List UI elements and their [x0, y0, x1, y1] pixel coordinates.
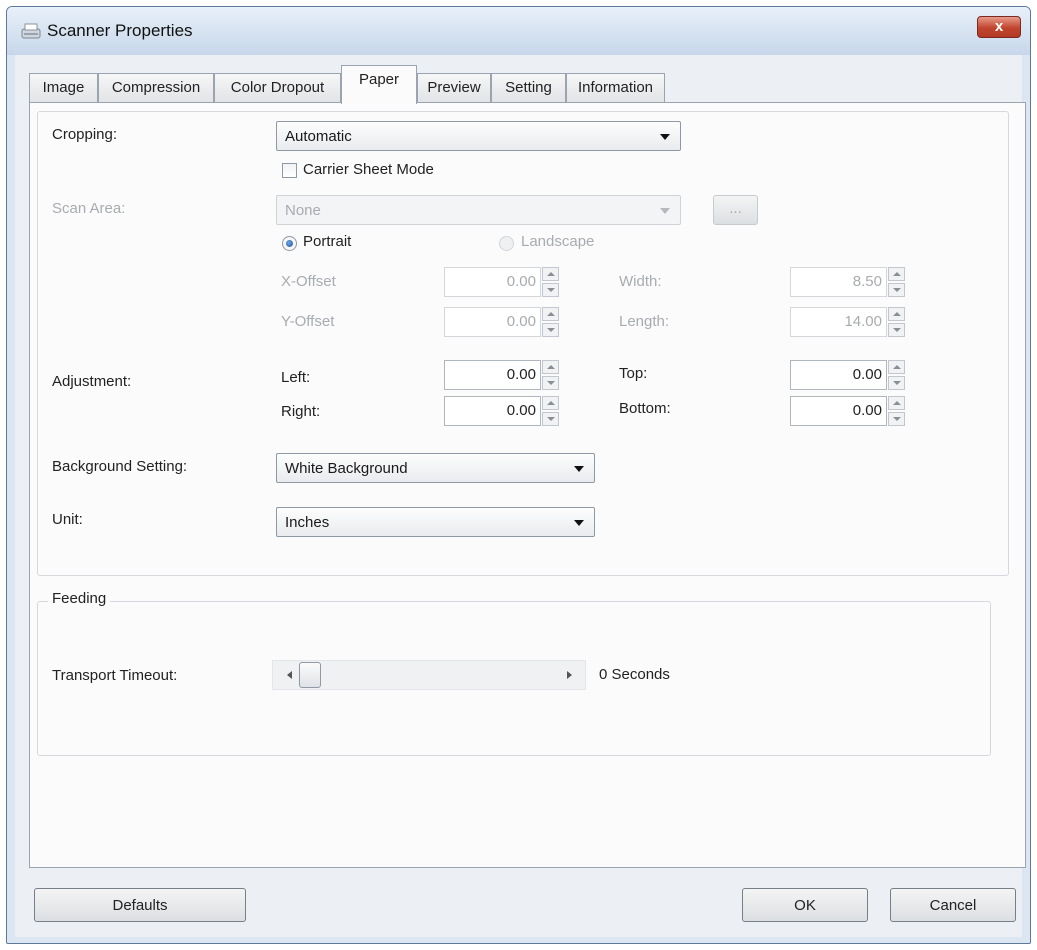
top-label: Top: [619, 365, 648, 382]
left-value: 0.00 [506, 366, 536, 383]
tab-compression[interactable]: Compression [98, 73, 214, 103]
tab-information[interactable]: Information [566, 73, 665, 103]
close-button[interactable]: x [977, 16, 1021, 38]
left-spinner[interactable]: 0.00 [444, 360, 559, 390]
scanner-properties-window: Scanner Properties x Image Compression C… [6, 6, 1031, 944]
dialog-body: Image Compression Color Dropout Paper Pr… [15, 55, 1026, 937]
ok-button[interactable]: OK [742, 888, 868, 922]
paper-tab-panel: Cropping: Automatic Carrier Sheet Mode S… [29, 102, 1026, 868]
spin-down-button[interactable] [888, 412, 905, 426]
spin-up-button[interactable] [542, 360, 559, 374]
close-icon: x [994, 18, 1004, 35]
top-input[interactable]: 0.00 [790, 360, 887, 390]
chevron-down-icon [574, 466, 584, 472]
cropping-value: Automatic [285, 128, 352, 145]
right-label: Right: [281, 403, 321, 420]
length-spinner[interactable]: 14.00 [790, 307, 905, 337]
tab-paper[interactable]: Paper [341, 65, 417, 104]
scanner-icon [21, 23, 41, 39]
x-offset-spinner[interactable]: 0.00 [444, 267, 559, 297]
chevron-down-icon [660, 208, 670, 214]
tab-image[interactable]: Image [29, 73, 98, 103]
width-label: Width: [619, 273, 662, 290]
y-offset-spinner[interactable]: 0.00 [444, 307, 559, 337]
unit-value: Inches [285, 514, 330, 531]
spin-up-button[interactable] [888, 396, 905, 410]
length-input[interactable]: 14.00 [790, 307, 887, 337]
spin-down-button[interactable] [888, 376, 905, 390]
spin-down-button[interactable] [888, 323, 905, 337]
adjustment-label: Adjustment: [52, 373, 132, 390]
y-offset-value: 0.00 [506, 313, 536, 330]
portrait-radio[interactable] [282, 236, 297, 251]
spin-down-button[interactable] [542, 376, 559, 390]
x-offset-input[interactable]: 0.00 [444, 267, 541, 297]
unit-label: Unit: [52, 511, 83, 528]
feeding-group-label: Feeding [48, 590, 111, 607]
scan-area-browse-button[interactable]: ... [713, 195, 758, 225]
background-setting-value: White Background [285, 460, 408, 477]
y-offset-input[interactable]: 0.00 [444, 307, 541, 337]
slider-thumb[interactable] [299, 662, 321, 688]
spin-down-button[interactable] [542, 283, 559, 297]
cancel-button[interactable]: Cancel [890, 888, 1016, 922]
scroll-left-icon[interactable] [287, 671, 292, 679]
landscape-radio[interactable] [499, 236, 514, 251]
tab-preview[interactable]: Preview [417, 73, 491, 103]
spin-up-button[interactable] [888, 307, 905, 321]
width-spinner[interactable]: 8.50 [790, 267, 905, 297]
spin-up-button[interactable] [888, 267, 905, 281]
x-offset-label: X-Offset [281, 273, 336, 290]
carrier-sheet-checkbox[interactable] [282, 163, 297, 178]
landscape-label: Landscape [521, 233, 595, 250]
left-label: Left: [281, 369, 311, 386]
unit-dropdown[interactable]: Inches [276, 507, 595, 537]
cropping-label: Cropping: [52, 126, 118, 143]
background-setting-label: Background Setting: [52, 458, 188, 475]
width-value: 8.50 [852, 273, 882, 290]
bottom-value: 0.00 [852, 402, 882, 419]
right-value: 0.00 [506, 402, 536, 419]
scroll-right-icon[interactable] [567, 671, 572, 679]
spin-down-button[interactable] [888, 283, 905, 297]
top-spinner[interactable]: 0.00 [790, 360, 905, 390]
spin-up-button[interactable] [888, 360, 905, 374]
tab-setting[interactable]: Setting [491, 73, 566, 103]
left-input[interactable]: 0.00 [444, 360, 541, 390]
title-bar[interactable]: Scanner Properties x [7, 7, 1030, 55]
spin-up-button[interactable] [542, 267, 559, 281]
scan-area-value: None [285, 202, 321, 219]
transport-timeout-value: 0 Seconds [599, 666, 670, 683]
spin-up-button[interactable] [542, 396, 559, 410]
y-offset-label: Y-Offset [281, 313, 335, 330]
right-spinner[interactable]: 0.00 [444, 396, 559, 426]
transport-timeout-label: Transport Timeout: [52, 667, 178, 684]
length-value: 14.00 [844, 313, 882, 330]
spin-up-button[interactable] [542, 307, 559, 321]
right-input[interactable]: 0.00 [444, 396, 541, 426]
portrait-label: Portrait [303, 233, 352, 250]
spin-down-button[interactable] [542, 412, 559, 426]
chevron-down-icon [574, 520, 584, 526]
cropping-dropdown[interactable]: Automatic [276, 121, 681, 151]
carrier-sheet-label: Carrier Sheet Mode [303, 161, 434, 178]
tab-color-dropout[interactable]: Color Dropout [214, 73, 341, 103]
bottom-spinner[interactable]: 0.00 [790, 396, 905, 426]
length-label: Length: [619, 313, 670, 330]
spin-down-button[interactable] [542, 323, 559, 337]
scan-area-dropdown[interactable]: None [276, 195, 681, 225]
background-setting-dropdown[interactable]: White Background [276, 453, 595, 483]
chevron-down-icon [660, 134, 670, 140]
window-title: Scanner Properties [47, 21, 193, 40]
transport-timeout-slider[interactable] [272, 660, 586, 690]
defaults-button[interactable]: Defaults [34, 888, 246, 922]
top-value: 0.00 [852, 366, 882, 383]
bottom-label: Bottom: [619, 400, 671, 417]
bottom-input[interactable]: 0.00 [790, 396, 887, 426]
width-input[interactable]: 8.50 [790, 267, 887, 297]
scan-area-label: Scan Area: [52, 200, 126, 217]
x-offset-value: 0.00 [506, 273, 536, 290]
